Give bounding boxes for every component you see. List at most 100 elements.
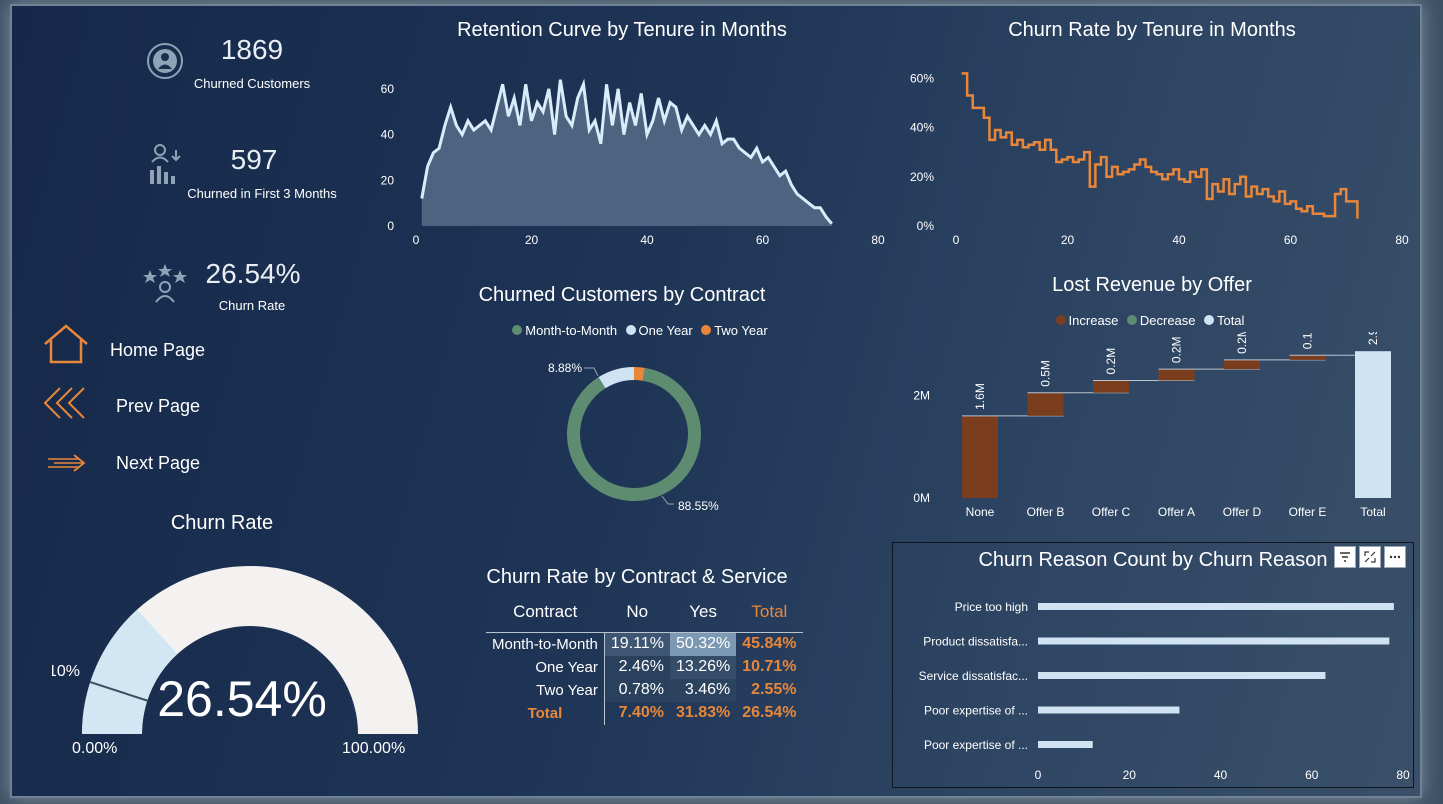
col-no[interactable]: No	[604, 602, 670, 633]
legend-two-year[interactable]: Two Year	[701, 323, 768, 338]
waterfall-data-label: 2.9M	[1366, 332, 1380, 345]
donut-slice-one-year	[598, 367, 634, 389]
table-row: Two Year 0.78% 3.46% 2.55%	[486, 678, 803, 702]
retention-chart-title: Retention Curve by Tenure in Months	[457, 19, 787, 41]
next-page-button[interactable]: Next Page	[116, 453, 200, 474]
row-label: Total	[486, 701, 605, 725]
legend-one-year[interactable]: One Year	[625, 323, 693, 338]
dashboard-frame: 1869 Churned Customers 597 Churned in Fi…	[10, 4, 1422, 798]
lost-revenue-chart-title: Lost Revenue by Offer	[1052, 274, 1252, 296]
donut-leader-line	[584, 367, 599, 377]
gauge-value-label: 26.54%	[157, 671, 327, 727]
more-options-icon[interactable]	[1384, 546, 1406, 568]
legend-decrease[interactable]: Decrease	[1126, 313, 1196, 328]
lost-revenue-chart: 1.6M None 0.5M Offer B 0.2M Offer C 0.2M Offer …	[913, 332, 1391, 519]
donut-chart: 8.88% 88.55%	[548, 361, 719, 513]
home-page-button[interactable]: Home Page	[110, 340, 205, 361]
x-tick-label: Offer B	[1027, 505, 1065, 519]
legend-month-to-month[interactable]: Month-to-Month	[512, 323, 617, 338]
retention-chart: 0 20 40 60 0 20 40 60 80	[381, 78, 885, 247]
gauge-chart: 10% 0.00% 100.00%	[52, 566, 418, 757]
focus-mode-icon[interactable]	[1359, 546, 1381, 568]
x-tick-label: 80	[871, 233, 885, 247]
visual-header-toolbar	[1331, 546, 1406, 568]
prev-page-button[interactable]: Prev Page	[116, 396, 200, 417]
kpi-first-3-months-label: Churned in First 3 Months	[187, 186, 337, 201]
kpi-churn-rate-value: 26.54%	[205, 258, 301, 289]
y-tick-label: 20	[381, 173, 395, 187]
waterfall-bar	[1027, 392, 1064, 416]
cell-no: 0.78%	[604, 678, 670, 702]
rating-person-icon	[142, 262, 188, 304]
row-label: One Year	[486, 655, 605, 679]
churn-reason-chart-title: Churn Reason Count by Churn Reason	[978, 549, 1328, 571]
x-tick-label: 60	[1284, 233, 1298, 247]
reason-bar	[1038, 706, 1180, 714]
y-tick-label: Service dissatisfac...	[919, 669, 1028, 683]
churn-reason-visual[interactable]: Churn Reason Count by Churn Reason Price…	[892, 542, 1414, 788]
x-tick-label: 20	[1061, 233, 1075, 247]
churn-tenure-chart: 0% 20% 40% 60% 0 20 40 60 80	[910, 71, 1409, 247]
x-tick-label: 40	[1172, 233, 1186, 247]
col-total[interactable]: Total	[736, 602, 802, 633]
x-tick-label: 0	[413, 233, 420, 247]
cell-total: 10.71%	[742, 658, 797, 675]
donut-chart-title: Churned Customers by Contract	[478, 284, 766, 306]
arrow-right-icon[interactable]	[44, 452, 88, 474]
x-tick-label: 0	[1035, 768, 1042, 782]
legend-total[interactable]: Total	[1203, 313, 1244, 328]
y-tick-label: 0	[387, 219, 394, 233]
row-label: Two Year	[486, 678, 605, 702]
kpi-churned-customers-label: Churned Customers	[193, 76, 311, 91]
waterfall-bar	[1355, 351, 1391, 498]
waterfall-bar	[962, 415, 998, 498]
waterfall-data-label: 0.2M	[1104, 348, 1118, 375]
y-tick-label: Price too high	[955, 600, 1028, 614]
cell-no: 2.46%	[604, 655, 670, 679]
table-row-total: Total 7.40% 31.83% 26.54%	[486, 701, 803, 725]
gauge-target-label: 10%	[52, 663, 80, 680]
donut-leader-line	[661, 495, 674, 505]
table-row: Month-to-Month 19.11% 50.32% 45.84%	[486, 632, 803, 656]
col-yes[interactable]: Yes	[670, 602, 736, 633]
reason-bar	[1038, 672, 1326, 679]
filter-icon[interactable]	[1334, 546, 1356, 568]
churn-reason-chart: Price too high Product dissatisfa... Servi…	[919, 600, 1410, 782]
x-tick-label: 20	[1123, 768, 1137, 782]
donut-label-month-to-month: 88.55%	[678, 499, 719, 513]
cell-yes: 13.26%	[669, 655, 737, 679]
retention-area	[421, 79, 832, 226]
row-label: Month-to-Month	[486, 632, 605, 656]
y-tick-label: 0M	[913, 491, 930, 505]
donut-legend: Month-to-Month One Year Two Year	[492, 322, 792, 340]
y-tick-label: 20%	[910, 170, 934, 184]
y-tick-label: 40	[381, 128, 395, 142]
x-tick-label: 80	[1395, 233, 1409, 247]
donut-slice-month-to-month	[567, 367, 701, 501]
table-row: One Year 2.46% 13.26% 10.71%	[486, 655, 803, 679]
y-tick-label: 0%	[917, 219, 935, 233]
legend-increase[interactable]: Increase	[1055, 313, 1118, 328]
x-tick-label: None	[966, 505, 995, 519]
waterfall-bar	[1158, 369, 1195, 381]
y-tick-label: 60	[381, 82, 395, 96]
x-tick-label: 20	[525, 233, 539, 247]
waterfall-data-label: 0.2M	[1235, 332, 1249, 354]
kpi-churn-rate-label: Churn Rate	[218, 298, 286, 313]
matrix-table: Contract No Yes Total Month-to-Month 19.…	[486, 602, 803, 725]
cell-total: 45.84%	[742, 635, 797, 653]
customer-churn-icon	[146, 42, 184, 80]
y-tick-label: Product dissatisfa...	[923, 635, 1028, 649]
x-tick-label: Offer C	[1092, 505, 1131, 519]
cell-yes: 50.32%	[669, 632, 737, 656]
double-chevron-left-icon[interactable]	[42, 386, 90, 420]
waterfall-data-label: 1.6M	[973, 383, 987, 410]
cell-no: 19.11%	[604, 632, 670, 656]
x-tick-label: 80	[1396, 768, 1410, 782]
col-contract[interactable]: Contract	[486, 602, 604, 633]
gauge-min-label: 0.00%	[72, 740, 117, 757]
waterfall-bar	[1289, 355, 1326, 360]
home-icon[interactable]	[42, 324, 90, 364]
x-tick-label: 0	[953, 233, 960, 247]
x-tick-label: 60	[756, 233, 770, 247]
